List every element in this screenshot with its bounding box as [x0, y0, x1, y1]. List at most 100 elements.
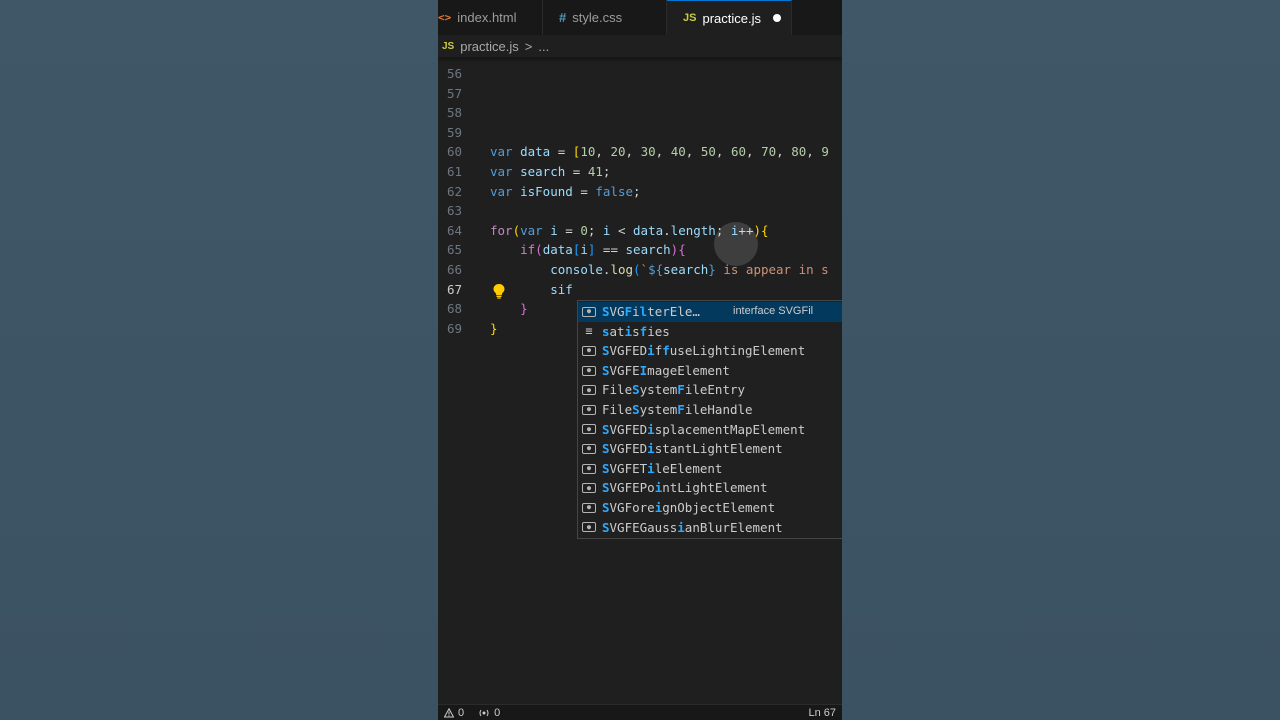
line-number: 64	[446, 222, 462, 238]
suggestion-item[interactable]: ● SVGFEDiffuseLightingElement	[578, 341, 842, 361]
match-highlight: S	[602, 343, 610, 359]
breadcrumb-symbols[interactable]: ...	[538, 39, 549, 54]
line-code: var search = 41;	[490, 162, 610, 182]
code-token: i	[550, 222, 558, 238]
suggestion-label: SVGFEDisplacementMapElement	[602, 420, 805, 440]
match-highlight: F	[677, 382, 685, 398]
tab-practice-js[interactable]: JS practice.js	[667, 0, 792, 35]
tab-label: style.css	[572, 10, 623, 25]
code-token: .	[663, 222, 671, 238]
label-text: ystem	[639, 382, 678, 398]
label-text: terEle…	[647, 304, 700, 319]
code-token: is appear in s	[715, 262, 829, 277]
code-token: ,	[655, 144, 671, 160]
suggestion-item[interactable]: ● SVGFEPointLightElement	[578, 478, 842, 498]
code-token: log	[610, 262, 634, 277]
errors-indicator[interactable]: 0	[444, 707, 464, 719]
code-line[interactable]: 62 var isFound = false;	[438, 182, 842, 202]
code-token: (	[633, 262, 641, 277]
match-highlight: S	[602, 460, 610, 476]
variable-icon: ●	[582, 463, 596, 474]
suggestion-label: FileSystemFileEntry	[602, 380, 745, 400]
code-token: ,	[806, 144, 822, 160]
code-token: ,	[776, 144, 792, 160]
suggestion-item[interactable]: ≡ satisfies	[578, 322, 842, 342]
suggestion-item[interactable]: ● FileSystemFileEntry	[578, 380, 842, 400]
ports-indicator[interactable]: 0	[478, 707, 500, 719]
match-highlight: F	[624, 304, 633, 319]
label-text: ntLightElement	[662, 480, 768, 496]
code-line[interactable]: 60 var data = [10, 20, 30, 40, 50, 60, 70…	[438, 142, 842, 162]
match-highlight: i	[647, 343, 655, 359]
match-highlight: S	[602, 500, 610, 515]
suggestion-item[interactable]: ● SVGFEDistantLightElement	[578, 439, 842, 459]
code-token: data	[633, 222, 664, 238]
line-code: console.log(`${search} is appear in s	[490, 260, 829, 280]
code-token: 50	[700, 144, 716, 160]
left-backdrop	[0, 0, 438, 720]
code-line[interactable]: 66 console.log(`${search} is appear in s	[438, 260, 842, 280]
suggestion-item[interactable]: ● SVGFEDisplacementMapElement	[578, 420, 842, 440]
code-line[interactable]: 57	[438, 84, 842, 104]
tab-style-css[interactable]: # style.css	[543, 0, 667, 35]
suggestion-item[interactable]: ● SVGFEGaussianBlurElement	[578, 518, 842, 538]
line-number: 61	[446, 164, 462, 179]
code-line[interactable]: 67 sif	[438, 280, 842, 300]
label-text: VGFED	[609, 343, 648, 359]
label-text: stantLightElement	[654, 441, 783, 457]
suggestion-item[interactable]: ● SVGForeignObjectElement	[578, 498, 842, 518]
code-token: search	[520, 164, 566, 179]
code-token: `	[640, 262, 649, 277]
code-line[interactable]: 65 if(data[i] == search){	[438, 240, 842, 260]
js-file-icon: JS	[442, 40, 455, 52]
line-number: 63	[446, 203, 462, 219]
label-text: splacementMapElement	[654, 421, 806, 437]
match-highlight: S	[602, 304, 610, 319]
line-number: 62	[446, 183, 462, 199]
variable-icon: ●	[582, 306, 596, 317]
suggestion-item[interactable]: ● SVGFilterEle… interface SVGFil	[578, 302, 842, 322]
chevron-right-icon: >	[524, 38, 533, 54]
code-token: ;	[587, 222, 603, 238]
label-text: VGFED	[609, 421, 648, 437]
code-token: i	[580, 242, 588, 258]
code-token: ++	[738, 222, 754, 238]
suggestion-item[interactable]: ● FileSystemFileHandle	[578, 400, 842, 420]
tab-label: practice.js	[702, 10, 761, 26]
label-text: gnObjectElement	[662, 500, 776, 515]
suggestion-label: SVGFETileElement	[602, 459, 722, 479]
code-token: 60	[730, 144, 747, 160]
code-line[interactable]: 64 for(var i = 0; i < data.length; i++){	[438, 221, 842, 241]
tab-index-html[interactable]: <> index.html	[438, 0, 543, 35]
code-token: 9	[821, 144, 829, 160]
line-number: 56	[446, 66, 462, 81]
variable-icon: ●	[582, 424, 596, 435]
html-file-icon: <>	[438, 11, 452, 24]
breadcrumb-file[interactable]: practice.js	[460, 39, 519, 54]
cursor-position[interactable]: Ln 67	[808, 705, 836, 720]
code-token: var	[520, 222, 543, 238]
autocomplete-suggestions: ● SVGFilterEle… interface SVGFil ≡ satisfies…	[577, 300, 842, 539]
code-token: data	[520, 144, 551, 160]
unsaved-dot-icon[interactable]	[773, 14, 781, 22]
suggestion-label: SVGFEGaussianBlurElement	[602, 518, 783, 538]
suggestion-item[interactable]: ● SVGFETileElement	[578, 459, 842, 479]
code-line[interactable]: 59	[438, 123, 842, 143]
code-line[interactable]: 63	[438, 201, 842, 221]
code-line[interactable]: 56	[438, 64, 842, 84]
code-token: isFound	[520, 183, 573, 199]
label-text: ileHandle	[684, 402, 753, 417]
suggestion-item[interactable]: ● SVGFEImageElement	[578, 361, 842, 381]
code-token: search	[663, 262, 709, 277]
match-highlight: i	[624, 323, 633, 339]
code-token: 0	[580, 222, 588, 238]
variable-icon: ●	[582, 443, 596, 454]
suggestion-label: FileSystemFileHandle	[602, 400, 753, 420]
code-token: }	[490, 320, 498, 336]
code-line[interactable]: 58	[438, 103, 842, 123]
match-highlight: S	[632, 382, 640, 398]
code-line[interactable]: 61 var search = 41;	[438, 162, 842, 182]
